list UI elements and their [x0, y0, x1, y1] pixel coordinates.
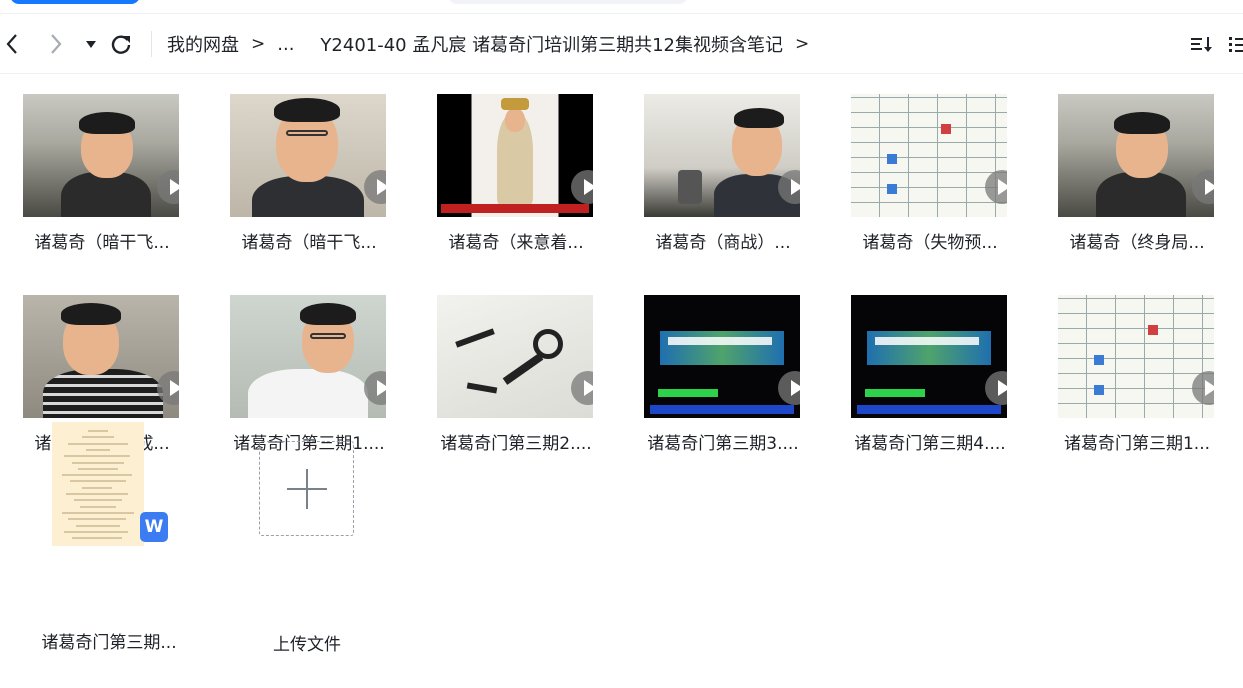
- file-tile-video[interactable]: 诸葛奇门第三期3....: [632, 275, 812, 465]
- breadcrumb-root[interactable]: 我的网盘: [167, 31, 239, 57]
- document-text-line: [70, 480, 126, 483]
- top-search-bar[interactable]: [448, 0, 688, 4]
- video-thumbnail[interactable]: [644, 94, 800, 217]
- video-thumbnail[interactable]: [230, 94, 386, 217]
- document-text-line: [62, 474, 132, 477]
- file-tile-video[interactable]: 诸葛奇（商战）...: [632, 74, 812, 264]
- document-text-line: [64, 530, 128, 533]
- document-text-line: [72, 537, 122, 540]
- document-text-line: [66, 493, 128, 495]
- breadcrumb-separator-icon: >: [794, 34, 810, 54]
- video-frame: [851, 94, 1007, 217]
- document-thumbnail[interactable]: [52, 422, 144, 546]
- breadcrumb: 我的网盘 > ... Y2401-40 孟凡宸 诸葛奇门培训第三期共12集视频含…: [167, 30, 821, 58]
- video-thumbnail[interactable]: [1058, 295, 1214, 418]
- chevron-left-icon[interactable]: [0, 32, 24, 56]
- toolbar-divider: [151, 31, 152, 57]
- file-name: 诸葛奇（来意着...: [448, 233, 584, 253]
- file-name: 诸葛奇门第三期...: [41, 633, 177, 653]
- video-frame: [23, 295, 179, 418]
- video-frame: [230, 94, 386, 217]
- file-name: 诸葛奇（商战）...: [655, 233, 791, 253]
- document-text-line: [86, 448, 110, 451]
- video-thumbnail[interactable]: [851, 94, 1007, 217]
- file-name: 诸葛奇（终身局...: [1069, 233, 1205, 253]
- sort-icon[interactable]: [1189, 32, 1215, 56]
- file-tile-video[interactable]: 诸葛奇（终身局...: [1046, 74, 1226, 264]
- video-thumbnail[interactable]: [230, 295, 386, 418]
- plus-icon-vertical: [306, 469, 308, 509]
- video-thumbnail[interactable]: [437, 295, 593, 418]
- file-tile-video[interactable]: 诸葛奇（暗干飞...: [218, 74, 398, 264]
- video-frame: [23, 94, 179, 217]
- video-frame: [437, 94, 593, 217]
- document-text-line: [68, 442, 128, 445]
- breadcrumb-ellipsis[interactable]: ...: [277, 34, 294, 55]
- file-tile-video[interactable]: 诸葛奇门第三期1...: [1046, 275, 1226, 465]
- document-text-line: [74, 499, 122, 502]
- video-frame: [644, 94, 800, 217]
- video-thumbnail[interactable]: [437, 94, 593, 217]
- view-tools: [1189, 32, 1243, 56]
- top-strip: [0, 0, 1243, 14]
- file-tile-video[interactable]: 诸葛奇门第三期2....: [425, 275, 605, 465]
- file-name: 诸葛奇（暗干飞...: [241, 233, 377, 253]
- top-tab-active[interactable]: [10, 0, 140, 4]
- video-thumbnail[interactable]: [644, 295, 800, 418]
- file-tile-video[interactable]: 诸葛奇（失物预...: [839, 74, 1019, 264]
- document-text-line: [88, 430, 108, 432]
- document-text-line: [62, 511, 134, 514]
- file-name: 诸葛奇门第三期4....: [854, 434, 1006, 454]
- document-text-line: [76, 524, 120, 527]
- file-tile-video[interactable]: 诸葛奇（暗干飞...: [11, 74, 191, 264]
- list-view-icon[interactable]: [1229, 32, 1243, 56]
- video-thumbnail[interactable]: [851, 295, 1007, 418]
- document-text-line: [72, 461, 124, 464]
- breadcrumb-current[interactable]: Y2401-40 孟凡宸 诸葛奇门培训第三期共12集视频含笔记: [320, 31, 783, 57]
- document-text-line: [82, 436, 114, 439]
- video-thumbnail[interactable]: [1058, 94, 1214, 217]
- document-text-line: [68, 518, 126, 521]
- video-frame: [1058, 295, 1214, 418]
- file-tile-video[interactable]: 诸葛奇（来意着...: [425, 74, 605, 264]
- document-text-line: [78, 467, 118, 470]
- upload-button[interactable]: [259, 441, 354, 536]
- video-thumbnail[interactable]: [23, 295, 179, 418]
- refresh-icon[interactable]: [109, 32, 133, 56]
- file-name: 诸葛奇门第三期1...: [1063, 434, 1211, 454]
- document-text-line: [64, 455, 130, 458]
- file-tile-video[interactable]: 诸葛奇门第三期4....: [839, 275, 1019, 465]
- file-tile-video[interactable]: 诸葛奇门第三期1....: [218, 275, 398, 465]
- file-name: 诸葛奇（失物预...: [862, 233, 998, 253]
- video-frame: [644, 295, 800, 418]
- video-frame: [851, 295, 1007, 418]
- video-frame: [1058, 94, 1214, 217]
- wps-word-icon: W: [140, 512, 168, 542]
- video-frame: [437, 295, 593, 418]
- video-frame: [230, 295, 386, 418]
- video-thumbnail[interactable]: [23, 94, 179, 217]
- file-name: 诸葛奇（暗干飞...: [34, 233, 170, 253]
- document-text-line: [82, 486, 112, 489]
- upload-label: 上传文件: [273, 635, 341, 655]
- file-name: 诸葛奇门第三期2....: [440, 434, 592, 454]
- caret-down-icon[interactable]: [79, 32, 103, 56]
- toolbar: 我的网盘 > ... Y2401-40 孟凡宸 诸葛奇门培训第三期共12集视频含…: [0, 14, 1243, 74]
- document-text-line: [80, 505, 116, 508]
- chevron-right-icon[interactable]: [44, 32, 68, 56]
- file-name: 诸葛奇门第三期3....: [647, 434, 799, 454]
- breadcrumb-separator-icon: >: [251, 34, 266, 54]
